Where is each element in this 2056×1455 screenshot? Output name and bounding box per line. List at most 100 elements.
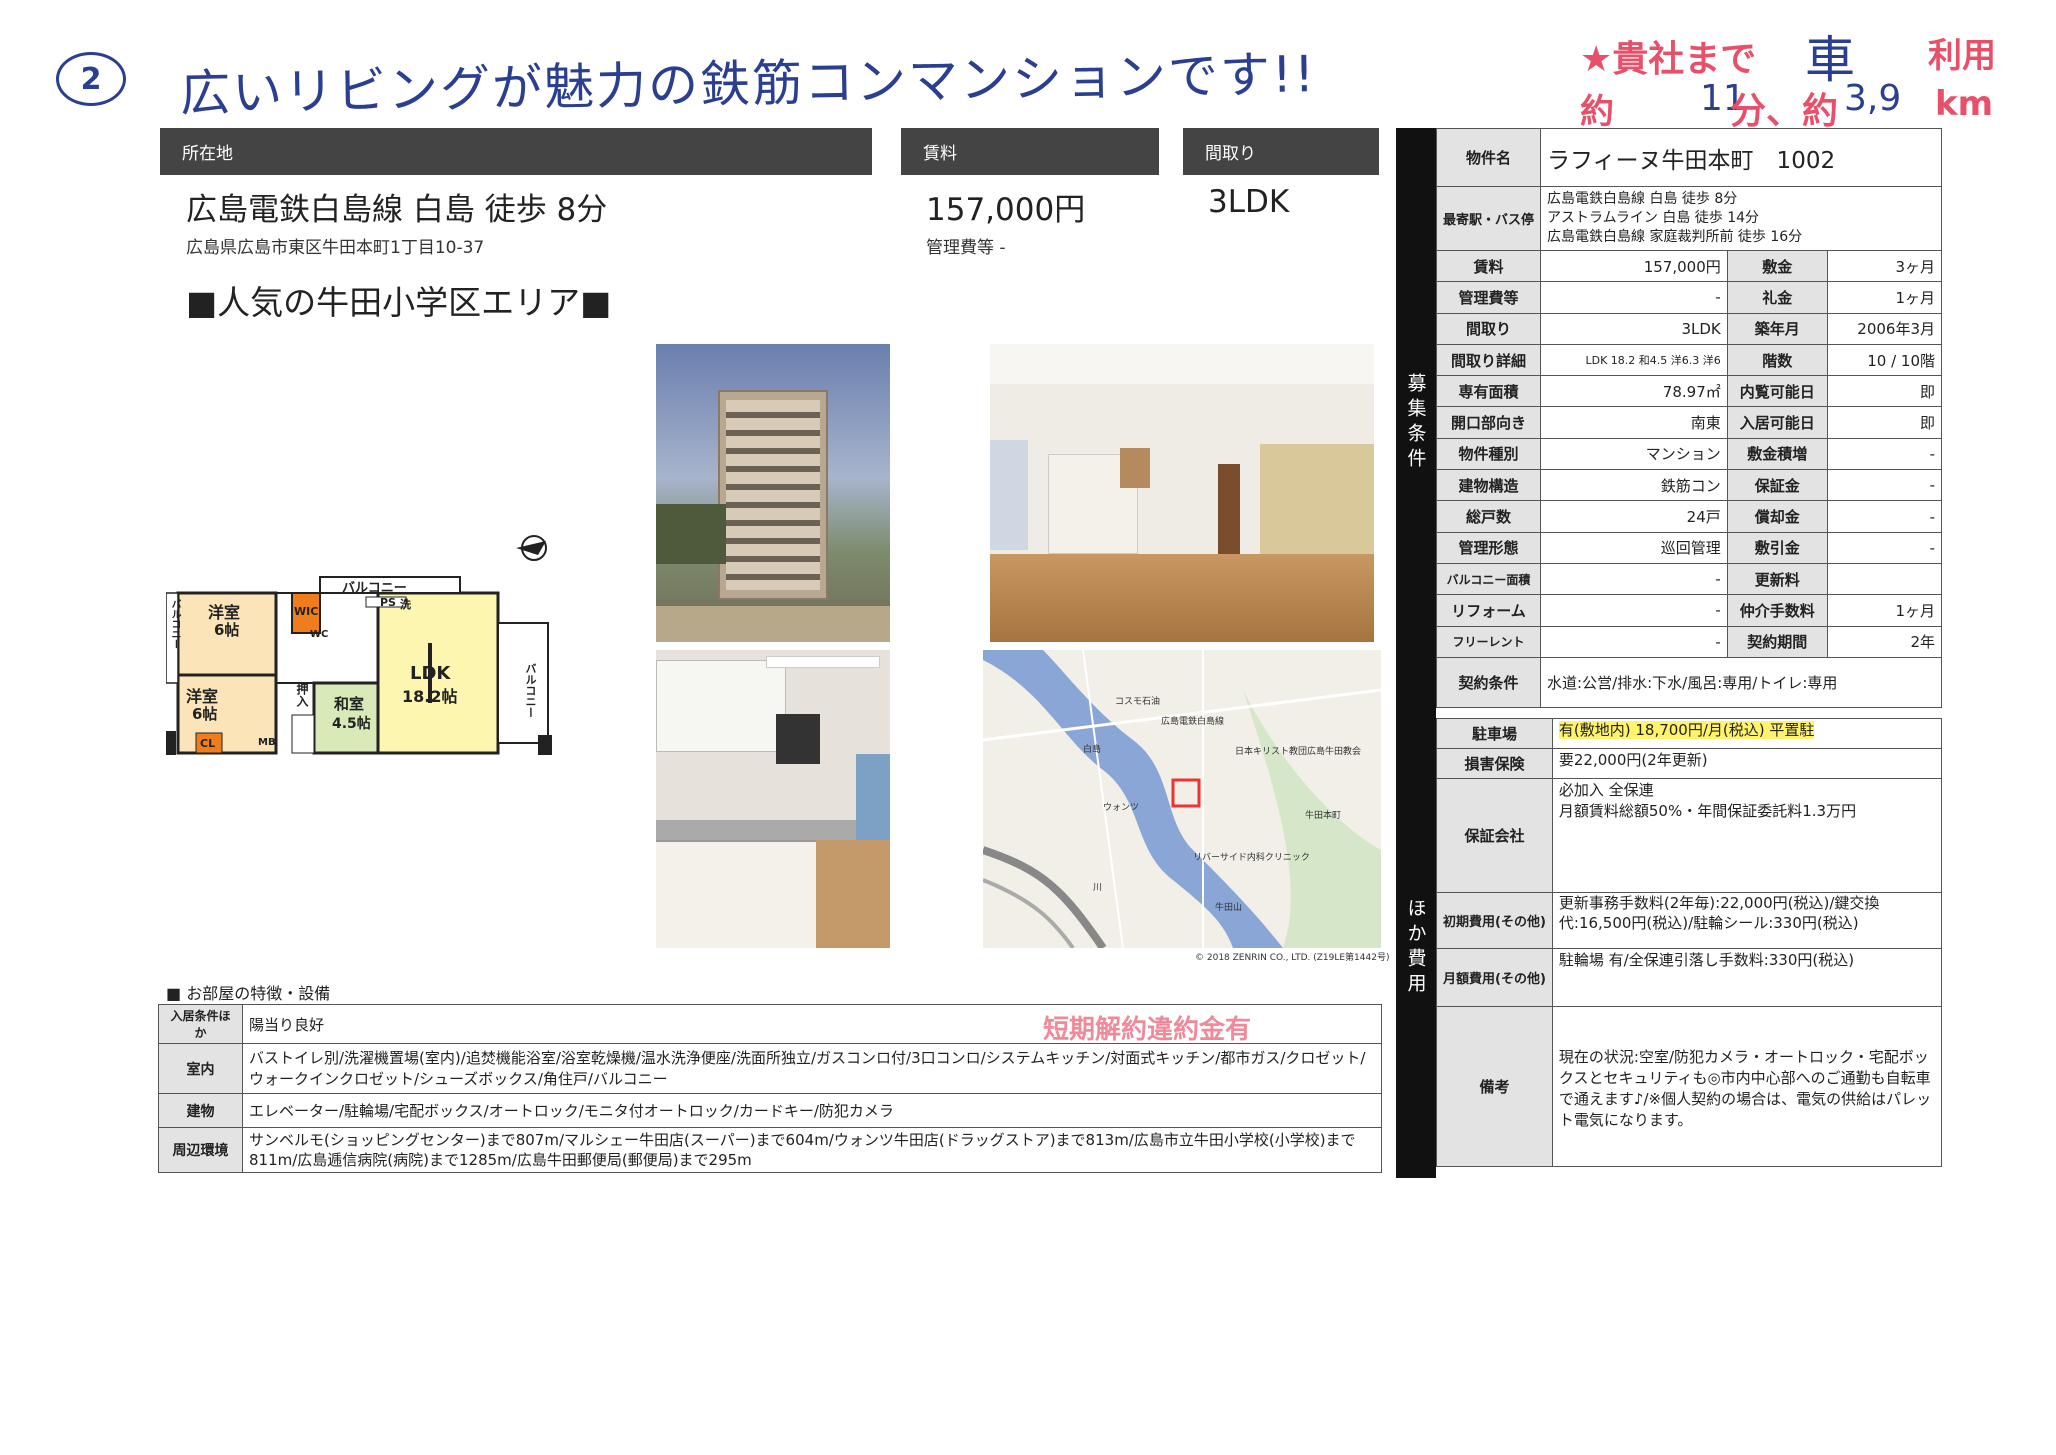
table-row: 管理費等 - 礼金 1ヶ月 xyxy=(1435,281,1943,314)
spec-value2-2: 2006年3月 xyxy=(1826,312,1943,345)
spec-label-7: 建物構造 xyxy=(1435,469,1542,502)
spec-name: ラフィーヌ牛田本町 1002 xyxy=(1540,128,1942,187)
layout-label: 間取り xyxy=(1205,144,1256,164)
spec-value2-4: 即 xyxy=(1826,375,1943,408)
map-label-5: 白島 xyxy=(1083,745,1102,755)
table-row: 周辺環境 サンベルモ(ショッピングセンター)まで807m/マルシェー牛田店(スー… xyxy=(158,1127,1382,1173)
table-row: 間取り詳細 LDK 18.2 和4.5 洋6.3 洋6 階数 10 / 10階 xyxy=(1435,343,1943,377)
map-label-1: 広島電鉄白島線 xyxy=(1161,717,1225,727)
spec-label2-10: 更新料 xyxy=(1726,562,1828,596)
living-room-photo xyxy=(990,344,1374,642)
area-map: コスモ石油 広島電鉄白島線 日本キリスト教団広島牛田教会 リバーサイド内科クリニ… xyxy=(983,650,1381,948)
spec-label-1: 管理費等 xyxy=(1435,281,1542,314)
ps-label: PS xyxy=(380,596,396,609)
balcony-right-label: バルコニー xyxy=(524,663,537,718)
table-row: 開口部向き 南東 入居可能日即 xyxy=(1435,406,1943,439)
stamp-line2-mid: 分、約 xyxy=(1730,91,1839,132)
table-row: 物件名 ラフィーヌ牛田本町 1002 xyxy=(1435,128,1942,187)
rent-value: 157,000円 xyxy=(926,192,1086,228)
table-row: 管理形態 巡回管理 敷引金 - xyxy=(1435,531,1943,564)
spec-value-9: 巡回管理 xyxy=(1540,531,1728,564)
spec-station-3: 広島電鉄白島線 家庭裁判所前 徒歩 16分 xyxy=(1547,229,1803,245)
table-row: 初期費用(その他) 更新事務手数料(2年毎):22,000円(税込)/鍵交換代:… xyxy=(1436,892,1943,949)
spec-value-3: LDK 18.2 和4.5 洋6.3 洋6 xyxy=(1540,343,1728,377)
initial-cost-value: 更新事務手数料(2年毎):22,000円(税込)/鍵交換代:16,500円(税込… xyxy=(1551,892,1943,949)
table-row: 最寄駅・バス停 広島電鉄白島線 白島 徒歩 8分 アストラムライン 白島 徒歩 … xyxy=(1435,186,1942,251)
spec-label2-1: 礼金 xyxy=(1726,281,1828,314)
washitsu-label: 和室 xyxy=(334,695,365,713)
spec-label2-2: 築年月 xyxy=(1726,312,1828,345)
spec-value2-12: 2年 xyxy=(1826,625,1943,658)
handwritten-circle: 2 xyxy=(56,52,126,106)
spec-value2-0: 3ヶ月 xyxy=(1826,249,1943,283)
map-label-6: ウォンツ xyxy=(1103,803,1140,813)
location-label: 所在地 xyxy=(182,144,233,164)
spec-label2-0: 敷金 xyxy=(1726,249,1828,283)
table-row: 月額費用(その他) 駐輪場 有/全保連引落し手数料:330円(税込) xyxy=(1436,948,1943,1007)
spec-value-0: 157,000円 xyxy=(1540,249,1728,283)
spec-value2-7: - xyxy=(1826,469,1943,502)
spec-label-12: フリーレント xyxy=(1435,625,1542,658)
spec-value-5: 南東 xyxy=(1540,406,1728,439)
map-label-3: リバーサイド内科クリニック xyxy=(1193,853,1310,863)
kitchen-photo xyxy=(656,650,890,948)
spec-contract: 水道:公営/排水:下水/風呂:専用/トイレ:専用 xyxy=(1540,656,1942,708)
remarks-label: 備考 xyxy=(1436,1006,1553,1167)
spec-contract-label: 契約条件 xyxy=(1435,656,1542,708)
spec-label2-4: 内覧可能日 xyxy=(1726,375,1828,408)
mb-label: MB xyxy=(258,737,276,748)
stamp-line1-right: 利用 xyxy=(1928,36,1996,76)
features-title: ■ お部屋の特徴・設備 xyxy=(166,984,331,1003)
guarantee-value-2: 月額賃料総額50%・年間保証委託料1.3万円 xyxy=(1558,802,1857,820)
spec-label2-7: 保証金 xyxy=(1726,469,1828,502)
balcony-left-label: バルコニー xyxy=(169,599,180,649)
spec-label2-3: 階数 xyxy=(1726,343,1828,377)
table-row: 入居条件ほか 陽当り良好 短期解約違約金有 xyxy=(158,1004,1382,1045)
ldk-size: 18.2帖 xyxy=(402,687,458,706)
table-row: 物件種別 マンション 敷金積増 - xyxy=(1435,437,1943,471)
spec-value2-1: 1ヶ月 xyxy=(1826,281,1943,314)
stamp-line2: 約 xyxy=(1580,92,1614,132)
cl-label: CL xyxy=(200,737,216,750)
spec-label-3: 間取り詳細 xyxy=(1435,343,1542,377)
map-copyright: © 2018 ZENRIN CO., LTD. (Z19LE第1442号) xyxy=(1195,953,1390,963)
wc-label: WC xyxy=(310,629,329,640)
spec-value2-11: 1ヶ月 xyxy=(1826,594,1943,627)
spec-label2-8: 償却金 xyxy=(1726,500,1828,533)
map-label-7: 川 xyxy=(1093,883,1103,893)
table-row: 損害保険 要22,000円(2年更新) xyxy=(1436,748,1943,779)
monthly-cost-value: 駐輪場 有/全保連引落し手数料:330円(税込) xyxy=(1551,948,1943,1007)
guarantee-label: 保証会社 xyxy=(1436,778,1553,893)
feature-label-3: 建物 xyxy=(158,1093,243,1128)
table-row: 専有面積 78.97㎡ 内覧可能日即 xyxy=(1435,375,1943,408)
wic-label: WIC xyxy=(294,605,319,618)
map-label-4: 牛田本町 xyxy=(1305,811,1342,821)
stamp-line1: ★貴社まで xyxy=(1580,39,1757,80)
spec-label-10: バルコニー面積 xyxy=(1435,562,1542,596)
recruit-section-text: 募集条件 xyxy=(1404,373,1427,473)
floor-plan: バルコニー 洋室 6帖 洋室 6帖 LDK 18.2帖 和室 4.5帖 WIC … xyxy=(165,533,558,758)
spec-value2-3: 10 / 10階 xyxy=(1826,343,1943,377)
spec-value-11: - xyxy=(1540,594,1728,627)
stamp-hand-km: 3,9 xyxy=(1844,78,1902,119)
spec-label-9: 管理形態 xyxy=(1435,531,1542,564)
parking-label: 駐車場 xyxy=(1436,718,1553,749)
table-row: 室内 バストイレ別/洗濯機置場(室内)/追焚機能浴室/浴室乾燥機/温水洗浄便座/… xyxy=(158,1043,1382,1094)
spec-name-label: 物件名 xyxy=(1435,128,1542,187)
initial-cost-label: 初期費用(その他) xyxy=(1436,892,1553,949)
room1-size: 6帖 xyxy=(214,621,240,639)
building-exterior-photo xyxy=(656,344,890,642)
table-row: バルコニー面積 - 更新料 xyxy=(1435,562,1943,596)
address: 広島県広島市東区牛田本町1丁目10-37 xyxy=(186,238,485,258)
spec-value-2: 3LDK xyxy=(1540,312,1728,345)
spec-value2-10 xyxy=(1826,562,1943,596)
spec-value-7: 鉄筋コン xyxy=(1540,469,1728,502)
spec-station-label: 最寄駅・バス停 xyxy=(1435,186,1542,251)
table-row: 賃料 157,000円 敷金 3ヶ月 xyxy=(1435,249,1943,283)
map-label-0: コスモ石油 xyxy=(1115,697,1161,707)
station-access: 広島電鉄白島線 白島 徒歩 8分 xyxy=(186,192,608,228)
spec-label-4: 専有面積 xyxy=(1435,375,1542,408)
spec-value2-9: - xyxy=(1826,531,1943,564)
feature-text-3: エレベーター/駐輪場/宅配ボックス/オートロック/モニタ付オートロック/カードキ… xyxy=(242,1093,1382,1128)
spec-label2-5: 入居可能日 xyxy=(1726,406,1828,439)
